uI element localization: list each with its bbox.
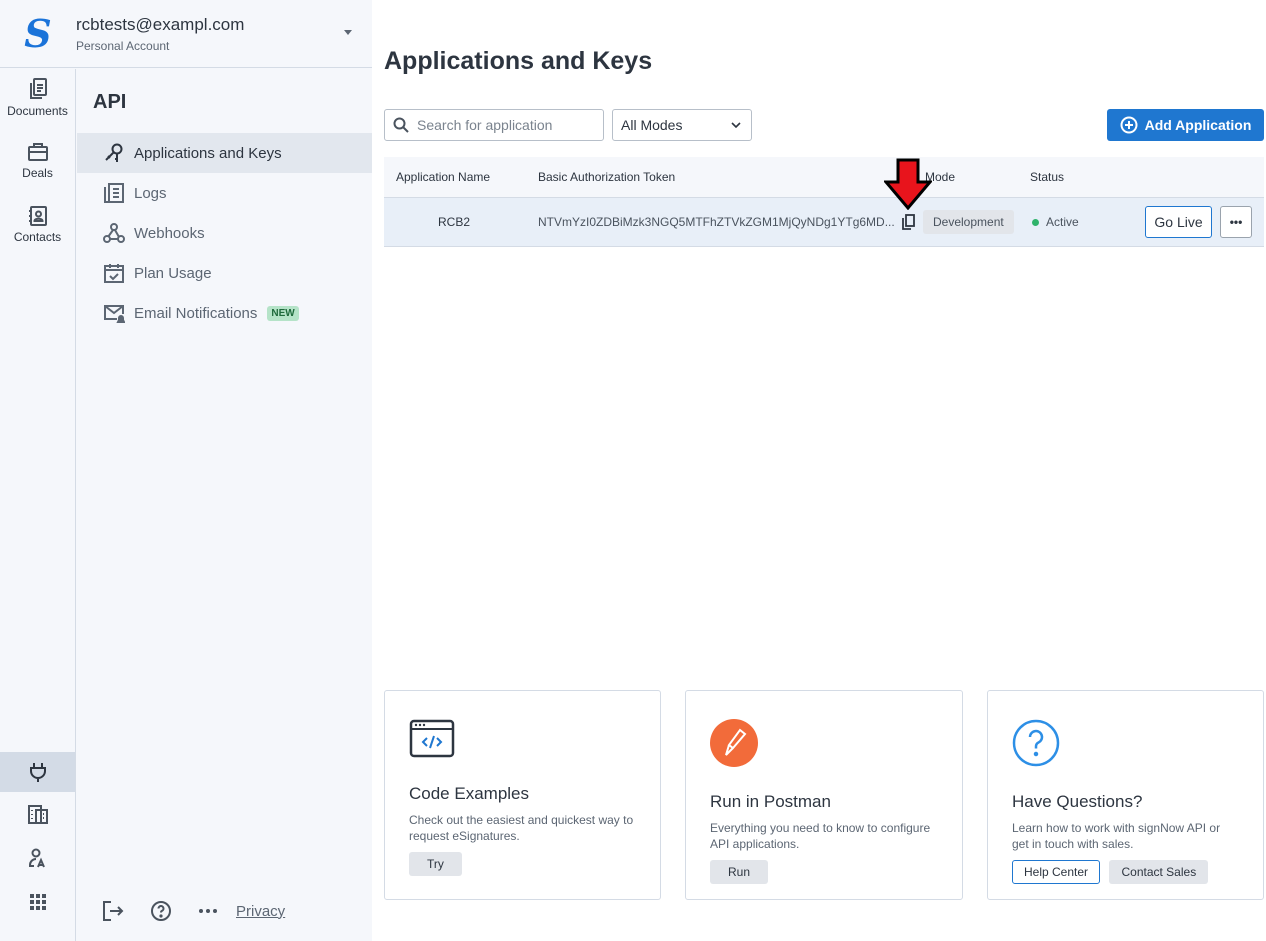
contacts-icon [28,206,47,226]
auth-token: NTVmYzI0ZDBiMzk3NGQ5MTFhZTVkZGM1MjQyNDg1… [538,215,895,229]
more-icon[interactable] [198,908,218,914]
left-panel: S rcbtests@exampl.com Personal Account D… [0,0,372,941]
documents-icon [29,78,47,99]
apps-grid-icon [29,894,46,910]
status-dot-icon [1032,219,1039,226]
card-title: Have Questions? [1012,792,1143,811]
sidenav-item-label: Email Notifications [134,304,258,322]
building-icon [27,805,48,824]
rail-item-documents[interactable]: Documents [0,69,75,133]
webhook-icon [103,223,125,243]
rail-item-apps[interactable] [0,880,75,924]
run-button[interactable]: Run [710,860,769,884]
go-live-button[interactable]: Go Live [1145,206,1212,238]
application-name: RCB2 [438,215,471,229]
sidenav-title: API [93,91,127,113]
rail-item-api[interactable] [0,752,75,792]
rail-item-label: Contacts [13,230,62,244]
annotation-arrow-icon [884,158,932,210]
rail-item-deals[interactable]: Deals [0,133,75,197]
rail-item-label: Deals [22,166,53,180]
contact-sales-button[interactable]: Contact Sales [1109,860,1209,884]
try-button[interactable]: Try [409,852,462,876]
sidenav-item-plan-usage[interactable]: Plan Usage [77,253,372,293]
card-code-examples: Code Examples Check out the easiest and … [384,690,661,900]
page-title: Applications and Keys [384,47,653,75]
signnow-logo[interactable]: S [0,11,76,56]
rail-item-users[interactable] [0,836,75,880]
plus-circle-icon [1120,116,1138,134]
key-search-icon [105,143,123,162]
sidenav-item-label: Plan Usage [134,264,212,282]
api-sidenav: API Applications and Keys Logs Webhooks … [77,69,372,333]
logout-icon[interactable] [102,900,124,922]
plug-icon [29,763,46,782]
account-type: Personal Account [76,38,170,53]
account-header[interactable]: S rcbtests@exampl.com Personal Account [0,0,372,68]
add-application-label: Add Application [1144,117,1252,133]
postman-icon [710,719,758,767]
sidenav-item-label: Logs [134,184,167,202]
app-rail: Documents Deals Contacts [0,69,76,941]
account-dropdown-icon[interactable] [344,30,352,35]
account-email: rcbtests@exampl.com [76,14,245,34]
sidenav-item-label: Applications and Keys [134,144,282,162]
sidenav-item-applications-and-keys[interactable]: Applications and Keys [77,133,372,173]
add-application-button[interactable]: Add Application [1107,109,1264,141]
sidenav-item-label: Webhooks [134,224,205,242]
rail-item-organization[interactable] [0,792,75,836]
search-input[interactable] [417,117,597,133]
new-badge: NEW [267,305,299,321]
card-postman: Run in Postman Everything you need to kn… [685,690,963,900]
mode-filter-select[interactable]: All Modes [612,109,752,141]
status-badge: Active [1032,215,1079,229]
sidenav-item-email-notifications[interactable]: Email Notifications NEW [77,293,372,333]
sidenav-item-logs[interactable]: Logs [77,173,372,213]
column-header-token: Basic Authorization Token [538,170,676,184]
help-center-button[interactable]: Help Center [1012,860,1101,884]
mode-badge: Development [923,210,1014,234]
search-box[interactable] [384,109,604,141]
briefcase-icon [27,143,48,161]
sidenav-footer: Privacy [102,900,285,922]
help-icon[interactable] [150,900,172,922]
status-text: Active [1046,215,1079,229]
card-have-questions: Have Questions? Learn how to work with s… [987,690,1264,900]
privacy-link[interactable]: Privacy [236,903,285,920]
rail-item-contacts[interactable]: Contacts [0,197,75,261]
rail-item-label: Documents [7,104,68,118]
card-text: Everything you need to know to configure… [710,821,931,851]
card-text: Check out the easiest and quickest way t… [409,813,634,843]
column-header-name: Application Name [396,170,491,184]
card-title: Run in Postman [710,792,831,811]
mail-bell-icon [104,305,125,323]
row-more-button[interactable]: ••• [1220,206,1252,238]
calendar-check-icon [104,264,124,283]
user-language-icon [28,848,45,868]
table-header: Application Name Basic Authorization Tok… [384,157,1264,197]
copy-icon[interactable] [901,214,915,230]
code-window-icon [409,719,455,758]
column-header-status: Status [1030,170,1065,184]
card-title: Code Examples [409,784,530,803]
chevron-down-icon [731,122,741,128]
logs-icon [104,183,124,203]
question-circle-icon [1012,719,1060,767]
table-row[interactable]: RCB2 NTVmYzI0ZDBiMzk3NGQ5MTFhZTVkZGM1MjQ… [384,197,1264,247]
card-text: Learn how to work with signNow API or ge… [1012,821,1221,851]
search-icon [393,117,409,133]
mode-filter-value: All Modes [621,117,683,133]
sidenav-item-webhooks[interactable]: Webhooks [77,213,372,253]
